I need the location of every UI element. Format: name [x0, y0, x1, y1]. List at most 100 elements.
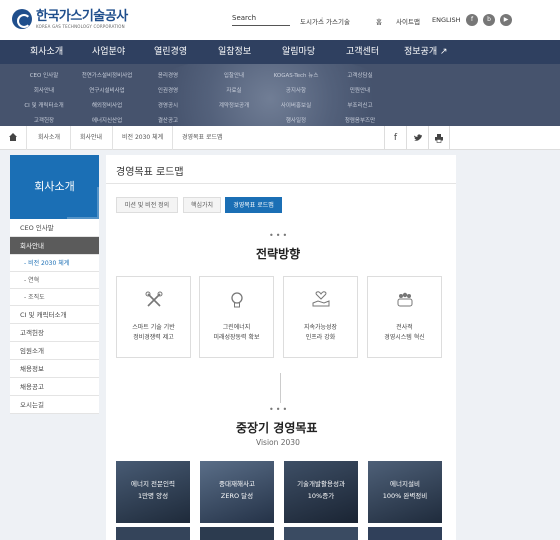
goal-card: 에너지설비 100% 완벽정비: [368, 461, 442, 523]
goal-line2: 10%증가: [307, 492, 335, 500]
gnb-item-bid[interactable]: 일참정보: [218, 40, 251, 64]
submenu-item[interactable]: 천연가스설비정비사업: [78, 69, 136, 84]
strategy-card: 전사적 경영시스템 혁신: [367, 276, 442, 358]
sidebar-item[interactable]: 채용정보: [10, 360, 99, 378]
breadcrumb-item[interactable]: 회사소개: [38, 126, 60, 150]
gnb-item-notice[interactable]: 알림마당: [282, 40, 315, 64]
submenu-item[interactable]: 에너지신산업: [78, 114, 136, 126]
heart-hand-icon: [312, 291, 330, 307]
facebook-icon[interactable]: f: [466, 14, 478, 26]
submenu-item[interactable]: 자료실: [210, 84, 258, 99]
goal-line1: 에너지설비: [390, 480, 420, 488]
submenu-item[interactable]: 경영공시: [148, 99, 188, 114]
submenu-item[interactable]: 민원안내: [338, 84, 382, 99]
strategy-card: 그린에너지 미래성장동력 확보: [199, 276, 274, 358]
blog-icon[interactable]: b: [483, 14, 495, 26]
youtube-icon[interactable]: ▶: [500, 14, 512, 26]
lightbulb-icon: [231, 292, 243, 308]
logo-subtext: KOREA GAS TECHNOLOGY CORPORATION: [36, 23, 125, 29]
breadcrumb-current: 경영목표 로드맵: [182, 134, 223, 141]
submenu-col-customer: 고객상담실 민원안내 부조리신고 청렴옴부즈만: [338, 69, 382, 126]
submenu-item[interactable]: 고객상담실: [338, 69, 382, 84]
submenu-item[interactable]: 회사안내: [22, 84, 66, 99]
sidebar-item[interactable]: CI 및 캐릭터소개: [10, 306, 99, 324]
goal-image: [368, 527, 442, 540]
goals-subheading: Vision 2030: [256, 438, 300, 447]
submenu-item[interactable]: 고객헌장: [22, 114, 66, 126]
strategy-card: 스마트 기술 기반 정비경쟁력 제고: [116, 276, 191, 358]
section-dots: •••: [269, 405, 290, 414]
gnb-item-disclosure[interactable]: 정보공개 ↗: [404, 40, 448, 64]
submenu-item[interactable]: CEO 인사말: [22, 69, 66, 84]
tab-mission-vision[interactable]: 미션 및 비전 정의: [116, 197, 178, 213]
util-link-sitemap[interactable]: 사이트맵: [396, 16, 420, 26]
sidebar-title: 회사소개: [10, 155, 99, 219]
sidebar-item[interactable]: 오시는길: [10, 396, 99, 414]
goal-line1: 중대재해사고: [219, 480, 255, 488]
gnb-item-customer[interactable]: 고객센터: [346, 40, 379, 64]
facebook-share-icon[interactable]: f: [384, 126, 406, 150]
submenu-col-business: 천연가스설비정비사업 연구시설비사업 해외정비사업 에너지신산업: [78, 69, 136, 126]
sidebar-item[interactable]: - 비전 2030 체계: [10, 255, 99, 272]
util-link-home[interactable]: 홈: [376, 16, 382, 26]
breadcrumb-item[interactable]: 비전 2030 체계: [122, 126, 163, 150]
goal-image: [116, 527, 190, 540]
gnb-item-business[interactable]: 사업분야: [92, 40, 125, 64]
goal-card: 기술개발활용성과 10%증가: [284, 461, 358, 523]
goal-image: [284, 527, 358, 540]
strategy-heading: 전략방향: [256, 247, 301, 261]
print-icon[interactable]: [428, 126, 450, 150]
submenu-item[interactable]: 사이버홍보실: [268, 99, 324, 114]
section-dots: •••: [269, 231, 290, 240]
submenu-item[interactable]: 인권경영: [148, 84, 188, 99]
goal-line2: 100% 완벽정비: [382, 492, 428, 500]
search-label: Search: [232, 14, 257, 22]
card-line2: 인프라 강화: [305, 334, 336, 341]
submenu-item[interactable]: 청렴옴부즈만: [338, 114, 382, 126]
submenu-item[interactable]: 공지사항: [268, 84, 324, 99]
goal-card: 중대재해사고 ZERO 달성: [200, 461, 274, 523]
tools-icon: [145, 291, 163, 307]
goals-heading: 중장기 경영목표: [236, 421, 318, 435]
submenu-item[interactable]: 입찰안내: [210, 69, 258, 84]
breadcrumb-item[interactable]: 회사안내: [80, 126, 102, 150]
logo[interactable]: 한국가스기술공사 KOREA GAS TECHNOLOGY CORPORATIO…: [12, 9, 128, 29]
global-nav: 회사소개 사업분야 열린경영 일참정보 알림마당 고객센터 정보공개 ↗: [0, 40, 560, 64]
submenu-item[interactable]: CI 및 캐릭터소개: [22, 99, 66, 114]
card-line1: 스마트 기술 기반: [132, 324, 175, 331]
submenu-item[interactable]: 결산공고: [148, 114, 188, 126]
submenu-item[interactable]: KOGAS-Tech 뉴스: [268, 69, 324, 84]
breadcrumb: 회사소개 회사안내 비전 2030 체계 경영목표 로드맵 f: [0, 126, 560, 150]
sidebar-item[interactable]: 임원소개: [10, 342, 99, 360]
gnb-item-management[interactable]: 열린경영: [154, 40, 187, 64]
submenu-item[interactable]: 행사일정: [268, 114, 324, 126]
page-title: 경영목표 로드맵: [116, 167, 184, 178]
submenu-item[interactable]: 연구시설비사업: [78, 84, 136, 99]
util-link-english[interactable]: ENGLISH: [432, 16, 461, 24]
gnb-item-company[interactable]: 회사소개: [30, 40, 63, 64]
tab-roadmap[interactable]: 경영목표 로드맵: [225, 197, 282, 213]
tab-core-values[interactable]: 핵심가치: [183, 197, 221, 213]
sidebar-item[interactable]: 회사안내: [10, 237, 99, 255]
sidebar-item[interactable]: 고객헌장: [10, 324, 99, 342]
sidebar-item[interactable]: CEO 인사말: [10, 219, 99, 237]
submenu-item[interactable]: 윤리경영: [148, 69, 188, 84]
sidebar-item[interactable]: - 조직도: [10, 289, 99, 306]
submenu-item[interactable]: 해외정비사업: [78, 99, 136, 114]
people-icon: [397, 292, 413, 307]
card-line1: 전사적: [396, 324, 413, 331]
goal-line1: 에너지 전문인력: [131, 480, 175, 488]
top-header: 한국가스기술공사 KOREA GAS TECHNOLOGY CORPORATIO…: [0, 0, 560, 40]
twitter-icon[interactable]: [406, 126, 428, 150]
card-line1: 지속가능성장: [303, 324, 338, 331]
sidebar-item[interactable]: - 연혁: [10, 272, 99, 289]
card-line1: 그린에너지: [222, 324, 251, 331]
sidebar-item[interactable]: 채용공고: [10, 378, 99, 396]
external-link-icon: ↗: [440, 47, 448, 57]
submenu-item[interactable]: 계약정보공개: [210, 99, 258, 114]
home-icon[interactable]: [8, 132, 18, 142]
util-link-gastech[interactable]: 가스기술: [326, 16, 350, 26]
submenu-item[interactable]: 부조리신고: [338, 99, 382, 114]
search-input[interactable]: Search: [232, 14, 290, 26]
goal-line1: 기술개발활용성과: [297, 480, 345, 488]
